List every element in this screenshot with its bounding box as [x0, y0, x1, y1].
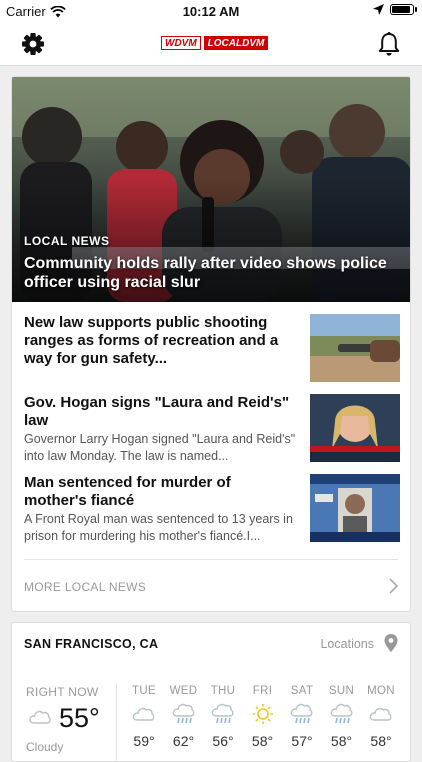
location-arrow-icon [373, 4, 384, 15]
cloud-icon [132, 707, 155, 721]
forecast-day: WED 62° [164, 685, 204, 749]
status-right [373, 4, 417, 15]
battery-icon [390, 4, 417, 15]
logo-wdvm: WDVM [161, 36, 201, 50]
story-title[interactable]: Man sentenced for murder of mother's fia… [24, 474, 296, 510]
weather-city: SAN FRANCISCO, CA [24, 637, 159, 651]
day-temp: 58° [330, 733, 353, 749]
battery-level [392, 6, 410, 13]
logo-localdvm: LOCALDVM [203, 36, 269, 50]
story-text: Man sentenced for murder of mother's fia… [24, 474, 296, 545]
rain-icon [211, 703, 234, 724]
day-name: SAT [290, 685, 314, 697]
rain-icon [172, 703, 194, 724]
status-bar: Carrier 10:12 AM [0, 0, 422, 22]
rain-icon [290, 703, 313, 724]
more-local-news-link[interactable]: MORE LOCAL NEWS [24, 559, 398, 611]
cloud-icon [369, 707, 392, 721]
story-title[interactable]: New law supports public shooting ranges … [24, 314, 296, 368]
hero-caption: LOCAL NEWS Community holds rally after v… [24, 234, 402, 292]
day-temp: 56° [212, 733, 234, 749]
day-name: SUN [328, 685, 355, 697]
divider [116, 683, 117, 761]
story-thumbnail[interactable] [310, 314, 400, 382]
story-item[interactable]: Man sentenced for murder of mother's fia… [24, 474, 400, 546]
locations-button[interactable]: Locations [320, 637, 374, 651]
app-logo: WDVM LOCALDVM [161, 36, 269, 50]
rain-icon [330, 703, 352, 724]
story-text: Gov. Hogan signs "Laura and Reid's" law … [24, 394, 296, 465]
story-text: New law supports public shooting ranges … [24, 314, 296, 368]
day-name: TUE [132, 685, 156, 697]
day-name: THU [210, 685, 236, 697]
forecast-day: FRI 58° [243, 685, 283, 749]
hero-story[interactable]: LOCAL NEWS Community holds rally after v… [12, 77, 410, 302]
story-summary: Governor Larry Hogan signed "Laura and R… [24, 432, 296, 463]
story-summary: A Front Royal man was sentenced to 13 ye… [24, 512, 293, 543]
day-name: MON [367, 685, 395, 697]
day-temp: 58° [251, 733, 274, 749]
forecast-day: THU 56° [203, 685, 243, 749]
day-name: FRI [252, 685, 273, 697]
day-name: WED [169, 685, 198, 697]
forecast-day: TUE 59° [124, 685, 164, 749]
forecast-day: SUN 58° [322, 685, 362, 749]
story-thumbnail[interactable] [310, 394, 400, 462]
local-news-card: LOCAL NEWS Community holds rally after v… [11, 76, 411, 612]
story-thumbnail[interactable] [310, 474, 400, 542]
story-item[interactable]: Gov. Hogan signs "Laura and Reid's" law … [24, 394, 400, 466]
current-condition: Cloudy [26, 740, 64, 754]
day-temp: 62° [172, 733, 195, 749]
sun-icon [252, 704, 273, 724]
forecast-day: MON 58° [361, 685, 401, 749]
clock: 10:12 AM [182, 4, 240, 19]
right-now-label: RIGHT NOW [26, 685, 99, 699]
current-temperature: 55° [59, 703, 100, 733]
weather-card: SAN FRANCISCO, CA Locations RIGHT NOW 55… [11, 622, 411, 762]
gear-icon[interactable] [20, 31, 46, 57]
cloud-icon [29, 710, 51, 724]
day-temp: 59° [133, 733, 155, 749]
chevron-right-icon [389, 578, 398, 594]
story-item[interactable]: New law supports public shooting ranges … [24, 314, 400, 386]
location-pin-icon[interactable] [384, 634, 398, 652]
day-temp: 57° [291, 733, 313, 749]
forecast-day: SAT 57° [282, 685, 322, 749]
story-title[interactable]: Gov. Hogan signs "Laura and Reid's" law [24, 394, 296, 430]
bell-icon[interactable] [376, 31, 402, 57]
hero-category: LOCAL NEWS [24, 234, 110, 248]
nav-bar: WDVM LOCALDVM [0, 22, 422, 66]
day-temp: 58° [370, 733, 392, 749]
more-label: MORE LOCAL NEWS [24, 580, 147, 594]
hero-title[interactable]: Community holds rally after video shows … [24, 254, 402, 292]
